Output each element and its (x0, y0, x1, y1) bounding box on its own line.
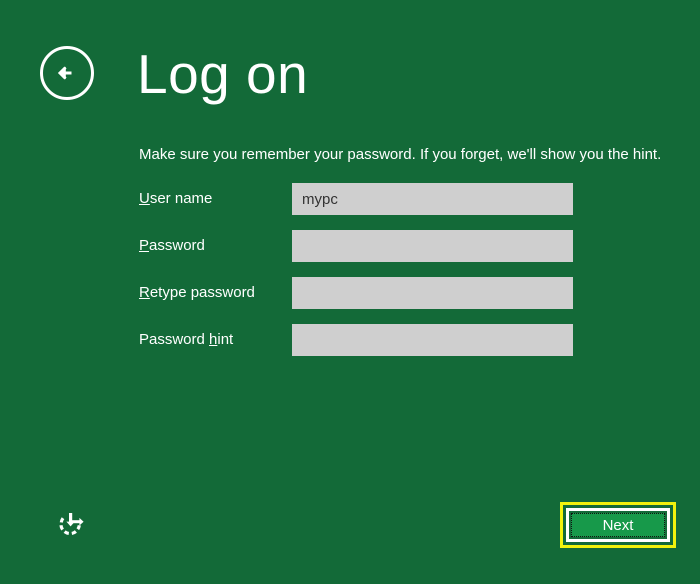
label-password: Password (139, 237, 205, 254)
log-on-form: User name Password Retype password Passw… (139, 183, 573, 371)
retype-password-input[interactable] (292, 277, 573, 309)
back-arrow-icon (52, 58, 82, 88)
user-name-input[interactable] (292, 183, 573, 215)
label-retype-password: Retype password (139, 284, 255, 301)
form-row-password-hint: Password hint (139, 324, 573, 356)
description-text: Make sure you remember your password. If… (139, 146, 662, 163)
next-button-frame: Next (566, 508, 670, 542)
page-title: Log on (137, 43, 309, 105)
ease-of-access-icon (56, 509, 86, 539)
form-row-user-name: User name (139, 183, 573, 215)
form-row-password: Password (139, 230, 573, 262)
next-button[interactable]: Next (571, 513, 665, 537)
ease-of-access-button[interactable] (56, 509, 86, 539)
label-password-hint: Password hint (139, 331, 234, 348)
back-button[interactable] (40, 45, 94, 100)
password-input[interactable] (292, 230, 573, 262)
label-user-name: User name (139, 190, 213, 207)
form-row-retype-password: Retype password (139, 277, 573, 309)
log-on-screen: Log on Make sure you remember your passw… (0, 0, 700, 584)
password-hint-input[interactable] (292, 324, 573, 356)
next-button-focus-highlight: Next (560, 502, 676, 548)
page-header: Log on (40, 43, 309, 105)
